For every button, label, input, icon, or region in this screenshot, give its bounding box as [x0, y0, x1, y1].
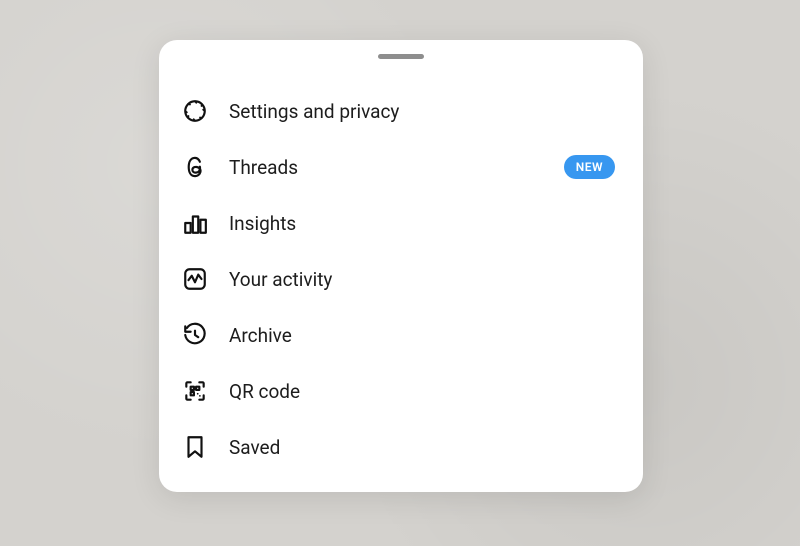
menu-item-your-activity[interactable]: Your activity	[159, 251, 643, 307]
saved-icon	[181, 433, 209, 461]
menu-item-label: Saved	[229, 436, 615, 459]
menu-item-insights[interactable]: Insights	[159, 195, 643, 251]
new-badge: NEW	[564, 155, 615, 179]
menu-item-archive[interactable]: Archive	[159, 307, 643, 363]
menu-item-settings-privacy[interactable]: Settings and privacy	[159, 83, 643, 139]
menu-item-label: Your activity	[229, 268, 615, 291]
drag-handle[interactable]	[378, 54, 424, 59]
menu-item-threads[interactable]: Threads NEW	[159, 139, 643, 195]
menu-list: Settings and privacy Threads NEW Insight…	[159, 83, 643, 475]
menu-item-label: Archive	[229, 324, 615, 347]
menu-item-label: QR code	[229, 380, 615, 403]
settings-icon	[181, 97, 209, 125]
archive-icon	[181, 321, 209, 349]
qr-code-icon	[181, 377, 209, 405]
insights-icon	[181, 209, 209, 237]
menu-item-qr-code[interactable]: QR code	[159, 363, 643, 419]
menu-item-label: Threads	[229, 156, 544, 179]
bottom-sheet: Settings and privacy Threads NEW Insight…	[159, 40, 643, 492]
menu-item-label: Settings and privacy	[229, 100, 615, 123]
menu-item-label: Insights	[229, 212, 615, 235]
menu-item-saved[interactable]: Saved	[159, 419, 643, 475]
threads-icon	[181, 153, 209, 181]
activity-icon	[181, 265, 209, 293]
